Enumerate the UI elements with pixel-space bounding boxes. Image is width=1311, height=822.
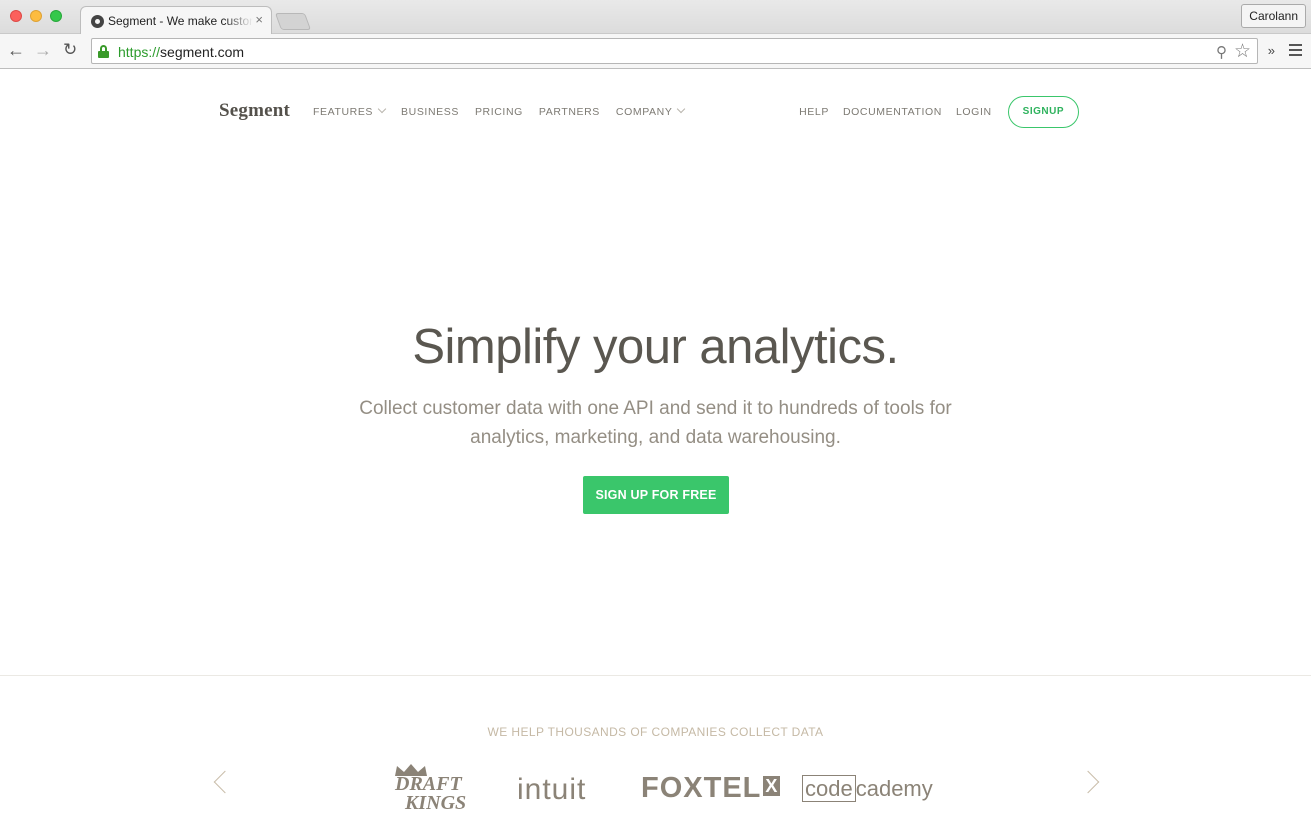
hero-subtitle: Collect customer data with one API and s… [359,398,952,448]
page-content: Segment FEATURES BUSINESS PRICING PARTNE… [0,69,1311,822]
back-arrow-icon[interactable]: ← [7,40,25,60]
section-divider [0,675,1311,676]
nav-pricing[interactable]: PRICING [475,106,523,118]
forward-arrow-icon[interactable]: → [34,40,52,60]
carousel-next-icon[interactable] [1076,770,1100,794]
maximize-window-button[interactable] [50,10,62,22]
codecademy-logo: code cademy [802,775,933,802]
draftkings-logo: DRAFT KINGS [379,763,487,822]
signup-button[interactable]: SIGNUP [1007,96,1079,128]
zoom-icon[interactable]: ⚲ [1216,43,1227,61]
reload-icon[interactable]: ↻ [63,40,77,60]
intuit-logo: intuit [517,773,587,806]
new-tab-button[interactable] [274,13,312,30]
nav-features[interactable]: FEATURES [313,104,387,118]
url-text[interactable]: https://segment.com [118,44,244,60]
segment-favicon-icon [91,15,104,28]
nav-company-label: COMPANY [615,106,673,118]
profile-button[interactable]: Carolann [1241,4,1306,28]
bookmark-star-icon[interactable]: ☆ [1234,40,1251,63]
nav-login[interactable]: LOGIN [956,106,992,118]
primary-nav: FEATURES BUSINESS PRICING PARTNERS COMPA… [313,104,700,118]
foxtel-logo: FOXTEL X [641,772,781,805]
customers-heading: WE HELP THOUSANDS OF COMPANIES COLLECT D… [487,725,824,739]
close-window-button[interactable] [10,10,22,22]
nav-help[interactable]: HELP [799,106,829,118]
nav-company[interactable]: COMPANY [615,104,686,118]
codecademy-box: code [802,775,856,802]
nav-partners[interactable]: PARTNERS [539,106,600,118]
carousel-prev-icon[interactable] [213,770,237,794]
hamburger-menu-icon[interactable] [1289,44,1302,59]
hero-title: Simplify your analytics. [412,320,899,374]
nav-business[interactable]: BUSINESS [401,106,459,118]
extensions-overflow-icon[interactable]: » [1268,43,1275,58]
minimize-window-button[interactable] [30,10,42,22]
tab-close-icon[interactable]: × [255,12,263,27]
browser-toolbar: ← → ↻ https://segment.com ⚲ ☆ » [0,34,1311,69]
codecademy-rest: cademy [855,776,933,801]
foxtel-mark: X [763,776,781,796]
browser-tab-strip: Segment - We make customer data simple ×… [0,0,1311,35]
lock-icon[interactable] [98,45,109,58]
browser-tab-active[interactable]: Segment - We make customer data simple × [80,6,272,35]
chevron-down-icon [377,104,387,114]
url-scheme: https:// [118,44,161,60]
nav-documentation[interactable]: DOCUMENTATION [843,106,942,118]
site-header: Segment FEATURES BUSINESS PRICING PARTNE… [219,96,1079,128]
secondary-nav: HELP DOCUMENTATION LOGIN SIGNUP [785,96,1079,128]
sign-up-for-free-button[interactable]: SIGN UP FOR FREE [583,476,729,514]
chevron-down-icon [677,104,686,114]
nav-features-label: FEATURES [313,106,374,118]
tab-title: Segment - We make customer data simple [108,14,253,28]
draftkings-line2: KINGS [405,792,467,814]
segment-logo[interactable]: Segment [219,100,290,122]
address-bar[interactable]: https://segment.com ⚲ ☆ [91,38,1258,64]
url-host: segment.com [160,44,245,60]
foxtel-text: FOXTEL [641,772,762,804]
